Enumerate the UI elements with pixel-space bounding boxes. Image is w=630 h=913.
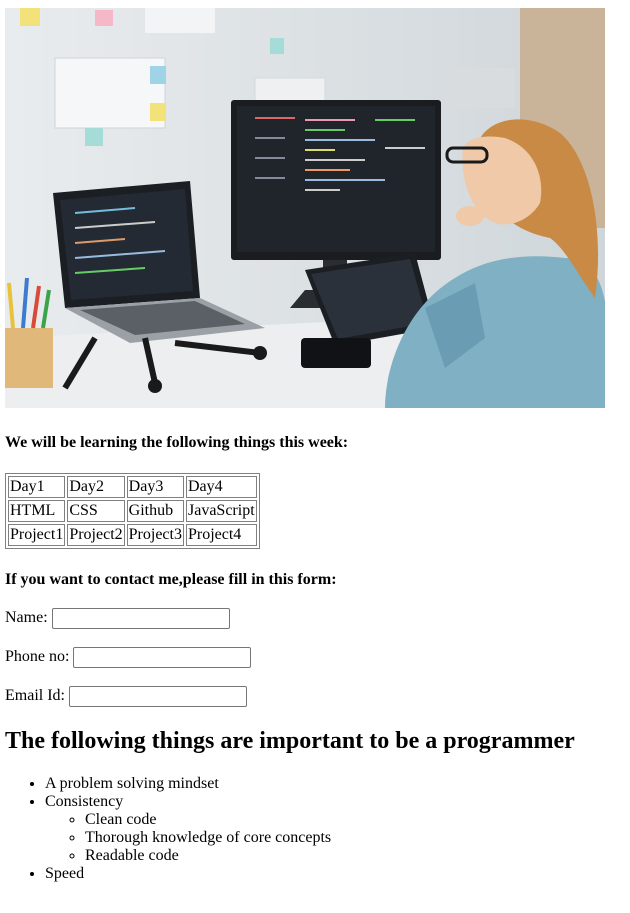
table-row: Project1 Project2 Project3 Project4	[8, 524, 257, 546]
sublist-item: Readable code	[85, 847, 331, 865]
table-cell: Github	[126, 500, 184, 522]
list-item-problem-solving: A problem solving mindset	[45, 775, 331, 793]
name-input[interactable]	[51, 608, 230, 629]
list-item-consistency: Consistency Clean code Thorough knowledg…	[45, 793, 331, 865]
table-cell: JavaScript	[185, 500, 257, 522]
phone-input[interactable]	[73, 647, 252, 668]
list-item-speed: Speed	[45, 865, 331, 883]
sublist-item: Clean code	[85, 811, 331, 829]
table-cell: HTML	[8, 500, 66, 522]
phone-label: Phone no:	[5, 648, 70, 666]
sublist-item: Thorough knowledge of core concepts	[85, 829, 331, 847]
name-label: Name:	[5, 609, 48, 627]
table-cell: Day4	[185, 476, 257, 498]
table-cell: Project1	[8, 524, 66, 546]
email-input[interactable]	[68, 686, 247, 707]
intro-heading: We will be learning the following things…	[5, 434, 349, 451]
table-cell: Day1	[8, 476, 66, 498]
contact-heading: If you want to contact me,please fill in…	[5, 571, 337, 588]
skills-list: A problem solving mindset Consistency Cl…	[5, 775, 331, 883]
table-cell: Project4	[185, 524, 257, 546]
table-cell: Project3	[126, 524, 184, 546]
schedule-table-body: Day1 Day2 Day3 Day4 HTML CSS Github JavaScript P…	[8, 476, 257, 546]
hero-image	[5, 8, 605, 408]
phone-field-row: Phone no:	[5, 647, 252, 668]
table-cell: Day3	[126, 476, 184, 498]
consistency-sublist: Clean code Thorough knowledge of core co…	[45, 811, 331, 865]
email-field-row: Email Id:	[5, 686, 247, 707]
table-cell: CSS	[67, 500, 125, 522]
email-label: Email Id:	[5, 687, 65, 705]
list-item-consistency-label: Consistency	[45, 793, 124, 810]
name-field-row: Name:	[5, 608, 230, 629]
programmer-heading: The following things are important to be…	[5, 728, 575, 754]
table-cell: Project2	[67, 524, 125, 546]
table-row: HTML CSS Github JavaScript	[8, 500, 257, 522]
woman-coding-at-desk-illustration	[5, 8, 605, 408]
schedule-table: Day1 Day2 Day3 Day4 HTML CSS Github JavaScript P…	[5, 473, 260, 549]
table-cell: Day2	[67, 476, 125, 498]
table-row: Day1 Day2 Day3 Day4	[8, 476, 257, 498]
